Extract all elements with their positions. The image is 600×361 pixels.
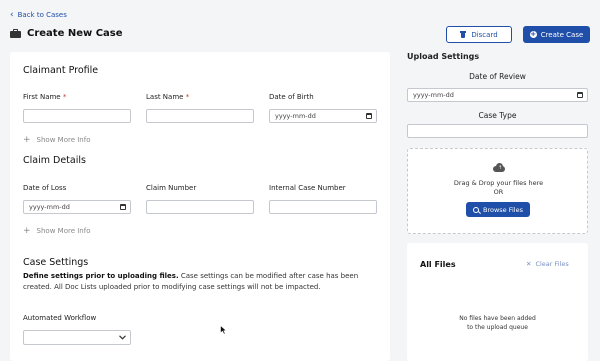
all-files-card: All Files ✕ Clear Files No files have be…	[407, 243, 588, 361]
date-of-loss-placeholder: yyyy-mm-dd	[29, 203, 70, 211]
case-settings-description: Define settings prior to uploading files…	[23, 272, 359, 291]
automated-workflow-select[interactable]	[23, 330, 131, 345]
calendar-icon[interactable]	[120, 204, 126, 210]
back-to-cases-link[interactable]: ‹ Back to Cases	[10, 9, 67, 20]
page-header: Create New Case	[10, 28, 123, 39]
mouse-cursor-icon	[220, 325, 227, 335]
internal-case-number-label: Internal Case Number	[269, 184, 346, 192]
date-of-loss-input[interactable]: yyyy-mm-dd	[23, 200, 131, 214]
calendar-icon[interactable]	[577, 92, 583, 98]
case-type-input[interactable]	[407, 124, 588, 138]
clear-files-button[interactable]: ✕ Clear Files	[526, 260, 569, 268]
search-icon	[473, 206, 479, 213]
browse-files-label: Browse Files	[483, 205, 523, 214]
browse-files-button[interactable]: Browse Files	[466, 202, 530, 217]
discard-button[interactable]: Discard	[446, 26, 512, 43]
upload-settings-title: Upload Settings	[407, 52, 480, 61]
claim-show-more-label: Show More Info	[36, 227, 91, 235]
dob-label: Date of Birth	[269, 93, 314, 101]
claimant-profile-title: Claimant Profile	[23, 65, 99, 76]
claim-show-more[interactable]: + Show More Info	[23, 225, 91, 236]
or-text: OR	[493, 188, 504, 196]
all-files-title: All Files	[420, 260, 456, 269]
first-name-input[interactable]	[23, 109, 131, 123]
last-name-input[interactable]	[146, 109, 254, 123]
claim-number-label: Claim Number	[146, 184, 197, 192]
create-case-label: Create Case	[540, 30, 584, 39]
first-name-label: First Name *	[23, 93, 67, 101]
claimant-show-more[interactable]: + Show More Info	[23, 134, 91, 145]
briefcase-icon	[10, 29, 21, 38]
automated-workflow-label: Automated Workflow	[23, 314, 97, 322]
plus-icon: +	[23, 225, 31, 236]
date-of-loss-label: Date of Loss	[23, 184, 67, 192]
create-case-button[interactable]: + Create Case	[523, 26, 590, 43]
date-of-review-label: Date of Review	[469, 72, 526, 81]
discard-label: Discard	[471, 30, 498, 39]
plus-circle-icon: +	[529, 30, 537, 38]
chevron-down-icon	[119, 335, 126, 340]
date-of-review-input[interactable]: yyyy-mm-dd	[407, 88, 588, 102]
trash-icon	[460, 31, 467, 38]
page-title: Create New Case	[27, 28, 123, 39]
case-type-label: Case Type	[478, 111, 517, 120]
internal-case-number-input[interactable]	[269, 200, 377, 214]
case-form-card: Claimant Profile First Name * Last Name …	[10, 52, 390, 361]
claimant-show-more-label: Show More Info	[36, 136, 91, 144]
clear-files-label: Clear Files	[535, 260, 569, 268]
chevron-left-icon: ‹	[10, 9, 14, 20]
drop-instructions: Drag & Drop your files here	[453, 179, 544, 187]
cloud-upload-icon: ↑	[493, 163, 505, 172]
close-icon: ✕	[526, 260, 532, 268]
case-settings-title: Case Settings	[23, 257, 89, 268]
file-dropzone[interactable]: ↑ Drag & Drop your files here OR Browse …	[407, 148, 588, 234]
calendar-icon[interactable]	[366, 113, 372, 119]
empty-files-message: No files have been added to the upload q…	[459, 315, 536, 331]
dob-placeholder: yyyy-mm-dd	[275, 112, 316, 120]
claim-details-title: Claim Details	[23, 155, 86, 166]
dob-input[interactable]: yyyy-mm-dd	[269, 109, 377, 123]
plus-icon: +	[23, 134, 31, 145]
last-name-label: Last Name *	[146, 93, 190, 101]
back-to-cases-label: Back to Cases	[17, 11, 67, 19]
date-of-review-placeholder: yyyy-mm-dd	[413, 91, 454, 99]
claim-number-input[interactable]	[146, 200, 254, 214]
